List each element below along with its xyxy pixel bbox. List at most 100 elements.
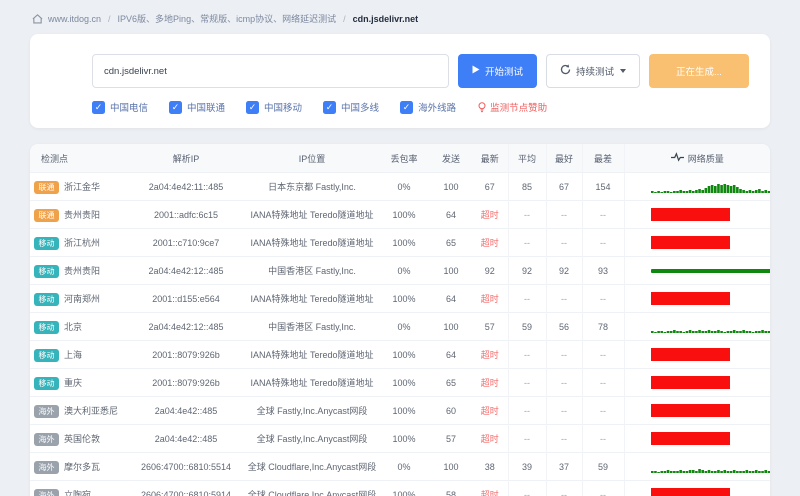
- line-option-label: 中国联通: [187, 103, 226, 114]
- sent-count-cell: 65: [430, 368, 472, 397]
- node-cell: 移动 上海: [30, 340, 126, 369]
- table-row: 联通 贵州贵阳 2001::adfc:6c15 IANA特殊地址 Teredo隧道地址…: [30, 200, 770, 229]
- carrier-badge: 海外: [34, 488, 59, 496]
- resolved-ip-cell: 2a04:4e42:11::485: [148, 181, 224, 192]
- continuous-test-button[interactable]: 持续测试: [546, 54, 641, 88]
- line-option-0[interactable]: ✓ 中国电信: [92, 100, 148, 114]
- best-cell: --: [545, 424, 582, 453]
- latest-cell: 超时: [472, 424, 508, 453]
- breadcrumb-section[interactable]: IPV6版、多地Ping、常规版、icmp协议、网络延迟测试: [118, 12, 337, 25]
- breadcrumb: www.itdog.cn / IPV6版、多地Ping、常规版、icmp协议、网…: [30, 0, 770, 34]
- table-row: 海外 立陶宛 2606:4700::6810:5914 全球 Cloudflare,I…: [30, 480, 770, 496]
- col-header-node: 检测点: [30, 144, 126, 173]
- worst-cell: --: [581, 424, 624, 453]
- checkbox-checked-icon[interactable]: ✓: [400, 100, 414, 114]
- resolved-ip-cell: 2001::8079:926b: [126, 340, 246, 369]
- ip-location-cell: IANA特殊地址 Teredo隧道地址: [246, 368, 378, 397]
- avg-cell: --: [507, 368, 546, 397]
- line-option-2[interactable]: ✓ 中国移动: [246, 100, 302, 114]
- best-cell: --: [545, 284, 582, 313]
- worst-cell: 93: [581, 256, 624, 285]
- worst-cell: --: [581, 396, 624, 425]
- carrier-badge: 移动: [34, 236, 59, 250]
- sent-count-cell: 57: [430, 424, 472, 453]
- activity-icon: [670, 152, 684, 164]
- line-option-4[interactable]: ✓ 海外线路: [400, 100, 456, 114]
- node-cell: 移动 河南郑州: [30, 284, 126, 313]
- ip-location-cell: 全球 Cloudflare,Inc.Anycast网段: [246, 480, 378, 496]
- carrier-badge: 海外: [34, 432, 59, 446]
- resolved-ip-cell: 2606:4700::6810:5514: [126, 452, 246, 481]
- quality-cell: [623, 284, 770, 313]
- worst-cell: 154: [581, 172, 624, 201]
- checkbox-checked-icon[interactable]: ✓: [169, 100, 183, 114]
- loss-rate-cell: 100%: [378, 228, 430, 257]
- start-test-button[interactable]: 开始测试: [458, 54, 538, 88]
- line-options-row: ✓ 中国电信 ✓ 中国联通 ✓ 中国移动 ✓ 中国多线 ✓ 海外线路 监测节点赞助: [92, 99, 730, 115]
- node-name: 立陶宛: [64, 489, 92, 496]
- avg-cell: --: [507, 200, 546, 229]
- latest-cell: 超时: [472, 200, 508, 229]
- best-cell: --: [545, 368, 582, 397]
- quality-sparkline: [650, 183, 770, 193]
- worst-cell: --: [581, 340, 624, 369]
- generating-button: 正在生成...: [649, 54, 749, 88]
- quality-red-bar: [650, 432, 730, 445]
- table-row: 移动 浙江杭州 2001::c710:9ce7 IANA特殊地址 Teredo隧道地址…: [30, 228, 770, 257]
- sent-count-cell: 65: [430, 228, 472, 257]
- sent-count-cell: 100: [430, 452, 472, 481]
- checkbox-checked-icon[interactable]: ✓: [246, 100, 260, 114]
- col-header-loss: 丢包率: [378, 144, 430, 173]
- carrier-badge: 联通: [34, 180, 59, 194]
- col-header-quality: 网络质量: [623, 144, 770, 173]
- test-controls-card: 开始测试 持续测试 正在生成... ✓ 中国电信 ✓ 中国联通 ✓ 中国移动 ✓ 中国多线 ✓ 海…: [30, 34, 770, 128]
- carrier-badge: 移动: [34, 320, 59, 334]
- sent-count-cell: 64: [430, 284, 472, 313]
- ip-location-cell: 全球 Fastly,Inc.Anycast网段: [246, 424, 378, 453]
- line-option-1[interactable]: ✓ 中国联通: [169, 100, 225, 114]
- ip-location-cell: IANA特殊地址 Teredo隧道地址: [246, 200, 378, 229]
- carrier-badge: 移动: [34, 376, 59, 390]
- ip-location-cell: 日本东京都 Fastly,Inc.: [268, 182, 356, 192]
- resolved-ip-cell: 2a04:4e42::485: [126, 424, 246, 453]
- avg-cell: --: [507, 424, 546, 453]
- quality-cell: [623, 200, 770, 229]
- quality-cell: [623, 452, 770, 481]
- sent-count-cell: 100: [430, 256, 472, 285]
- worst-cell: --: [581, 480, 624, 496]
- line-option-3[interactable]: ✓ 中国多线: [323, 100, 379, 114]
- carrier-badge: 联通: [34, 208, 59, 222]
- ip-location-cell: IANA特殊地址 Teredo隧道地址: [246, 228, 378, 257]
- loss-rate-cell: 100%: [378, 368, 430, 397]
- ip-location-cell: 中国香港区 Fastly,Inc.: [246, 256, 378, 285]
- latest-cell: 67: [484, 181, 495, 192]
- worst-cell: --: [581, 284, 624, 313]
- quality-red-bar: [650, 376, 730, 389]
- latest-cell: 超时: [472, 284, 508, 313]
- table-row: 移动 贵州贵阳 2a04:4e42:12::485 中国香港区 Fastly,Inc.…: [30, 256, 770, 285]
- home-icon: [32, 13, 43, 24]
- quality-cell: [623, 172, 770, 201]
- node-name: 河南郑州: [64, 293, 101, 304]
- resolved-ip-cell: 2001::adfc:6c15: [126, 200, 246, 229]
- checkbox-checked-icon[interactable]: ✓: [92, 100, 105, 114]
- avg-cell: 92: [507, 256, 546, 285]
- loss-rate-cell: 100%: [378, 480, 430, 496]
- carrier-badge: 海外: [34, 404, 59, 418]
- host-input[interactable]: [92, 54, 449, 88]
- node-name: 澳大利亚悉尼: [64, 405, 119, 416]
- node-name: 贵州贵阳: [64, 209, 101, 220]
- best-cell: 92: [545, 256, 582, 285]
- sponsor-link[interactable]: 监测节点赞助: [477, 100, 547, 114]
- checkbox-checked-icon[interactable]: ✓: [323, 100, 337, 114]
- best-cell: 67: [545, 172, 582, 201]
- quality-cell: [623, 480, 770, 496]
- table-row: 联通 浙江金华 2a04:4e42:11::485 日本东京都 Fastly,Inc.…: [30, 172, 770, 201]
- latest-cell: 超时: [472, 368, 508, 397]
- node-name: 浙江杭州: [64, 237, 101, 248]
- sponsor-label: 监测节点赞助: [490, 103, 548, 114]
- breadcrumb-target: cdn.jsdelivr.net: [352, 13, 419, 24]
- loss-rate-cell: 100%: [378, 340, 430, 369]
- breadcrumb-site[interactable]: www.itdog.cn: [48, 14, 101, 24]
- loss-rate-cell: 100%: [378, 424, 430, 453]
